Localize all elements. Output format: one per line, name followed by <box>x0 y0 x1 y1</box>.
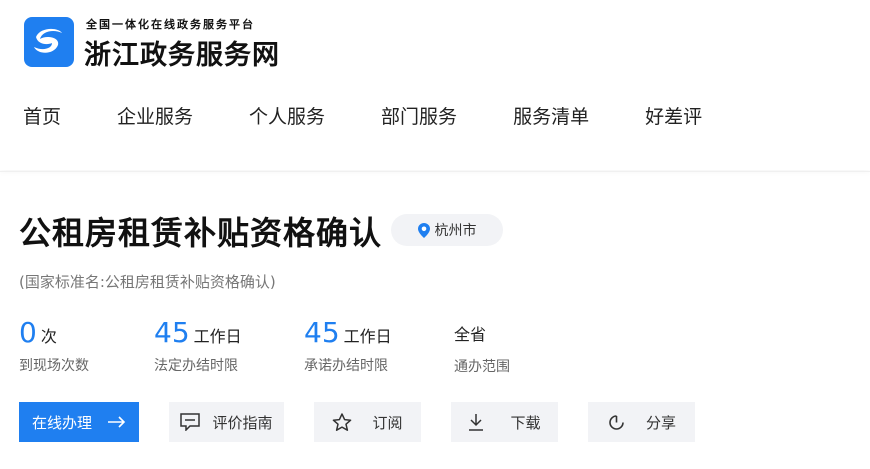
stat-scope-label: 通办范围 <box>454 359 510 375</box>
nav-item-rating[interactable]: 好差评 <box>645 102 702 129</box>
nav-item-department[interactable]: 部门服务 <box>381 102 457 129</box>
subscribe-button[interactable]: 订阅 <box>314 402 421 442</box>
main-nav: 首页 企业服务 个人服务 部门服务 服务清单 好差评 <box>23 102 758 129</box>
site-name[interactable]: 浙江政务服务网 <box>84 33 280 72</box>
stat-visits-unit: 次 <box>40 327 57 346</box>
share-label: 分享 <box>645 413 676 432</box>
standard-name: (国家标准名:公租房租赁补贴资格确认) <box>19 273 276 291</box>
download-label: 下载 <box>510 413 541 432</box>
nav-item-home[interactable]: 首页 <box>23 102 61 129</box>
location-label: 杭州市 <box>434 223 477 239</box>
download-button[interactable]: 下载 <box>451 402 558 442</box>
logo-icon[interactable] <box>24 17 74 67</box>
location-pin-icon <box>417 222 430 238</box>
share-button[interactable]: 分享 <box>588 402 695 442</box>
stat-legal-limit: 45 工作日 法定办结时限 <box>154 316 242 375</box>
location-badge[interactable]: 杭州市 <box>391 214 503 246</box>
stat-legal-limit-value: 45 <box>154 316 190 349</box>
guide-label: 评价指南 <box>212 413 273 432</box>
guide-button[interactable]: 评价指南 <box>169 402 284 442</box>
nav-item-personal[interactable]: 个人服务 <box>249 102 325 129</box>
stat-promised-limit-value: 45 <box>304 316 340 349</box>
apply-online-label: 在线办理 <box>31 413 92 432</box>
header-divider <box>0 171 870 172</box>
stat-promised-limit: 45 工作日 承诺办结时限 <box>304 316 392 375</box>
stat-legal-limit-unit: 工作日 <box>193 327 242 346</box>
stat-visits-label: 到现场次数 <box>19 358 89 374</box>
download-icon <box>469 414 484 431</box>
nav-item-enterprise[interactable]: 企业服务 <box>117 102 193 129</box>
stat-promised-limit-unit: 工作日 <box>343 327 392 346</box>
site-header: 全国一体化在线政务服务平台 浙江政务服务网 首页 企业服务 个人服务 部门服务 … <box>0 0 870 170</box>
apply-online-button[interactable]: 在线办理 <box>19 402 139 442</box>
nav-item-service-list[interactable]: 服务清单 <box>513 102 589 129</box>
stat-scope: 全省 通办范围 <box>454 316 510 376</box>
share-icon <box>609 414 624 430</box>
stat-promised-limit-label: 承诺办结时限 <box>304 358 388 374</box>
stat-legal-limit-label: 法定办结时限 <box>154 358 238 374</box>
platform-slogan: 全国一体化在线政务服务平台 <box>86 18 255 31</box>
service-title: 公租房租赁补贴资格确认 <box>19 214 383 252</box>
comment-icon <box>180 413 201 431</box>
arrow-right-icon <box>108 416 126 428</box>
stat-visits-value: 0 <box>19 316 37 349</box>
stat-visits: 0 次 到现场次数 <box>19 316 89 375</box>
star-icon <box>333 412 352 431</box>
stat-scope-value: 全省 <box>454 325 487 344</box>
subscribe-label: 订阅 <box>372 413 403 432</box>
